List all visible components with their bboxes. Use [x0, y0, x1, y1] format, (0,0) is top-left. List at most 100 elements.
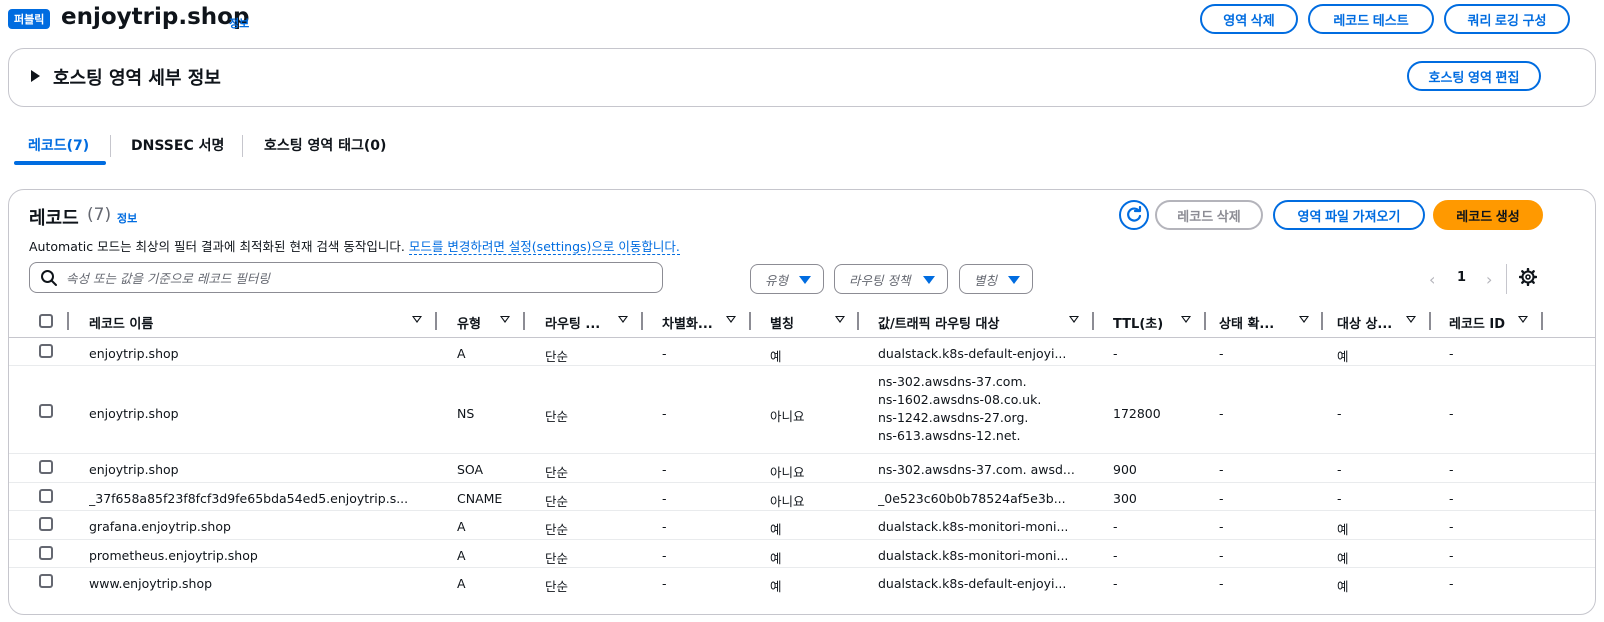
record-id-cell: - [1449, 576, 1454, 591]
chevron-right-icon[interactable]: › [1486, 270, 1492, 289]
differentiator-cell: - [662, 346, 667, 361]
row-checkbox[interactable] [39, 460, 53, 474]
ttl-cell: 900 [1113, 462, 1137, 477]
sort-icon[interactable] [1299, 316, 1309, 323]
evaluate-target-cell: - [1337, 406, 1342, 421]
differentiator-cell: - [662, 548, 667, 563]
record-name-cell[interactable]: www.enjoytrip.shop [89, 576, 212, 591]
import-zone-file-button[interactable]: 영역 파일 가져오기 [1273, 200, 1425, 230]
value-cell: ns-302.awsdns-37.com. ns-1602.awsdns-08.… [878, 374, 1042, 443]
page-header: 퍼블릭 enjoytrip.shop 정보 영역 삭제 레코드 테스트 쿼리 로… [8, 4, 1596, 38]
column-header-evaluate-target[interactable]: 대상 상... [1337, 313, 1392, 332]
test-record-button[interactable]: 레코드 테스트 [1308, 4, 1434, 34]
record-name-cell[interactable]: enjoytrip.shop [89, 406, 179, 421]
table-row[interactable]: enjoytrip.shop A 단순 - 예 dualstack.k8s-de… [9, 338, 1595, 366]
row-checkbox[interactable] [39, 404, 53, 418]
tab-dnssec[interactable]: DNSSEC 서명 [131, 135, 224, 155]
sort-icon[interactable] [1181, 316, 1191, 323]
health-check-cell: - [1219, 346, 1224, 361]
ttl-cell: - [1113, 346, 1118, 361]
alias-filter-select[interactable]: 별칭 [959, 264, 1033, 294]
ttl-cell: 300 [1113, 491, 1137, 506]
differentiator-cell: - [662, 491, 667, 506]
column-header-record-name[interactable]: 레코드 이름 [89, 313, 153, 332]
column-header-alias[interactable]: 별칭 [770, 313, 794, 332]
column-divider [1429, 312, 1431, 330]
sort-icon[interactable] [1406, 316, 1416, 323]
column-header-record-id[interactable]: 레코드 ID [1449, 313, 1505, 332]
row-checkbox[interactable] [39, 517, 53, 531]
current-page-number[interactable]: 1 [1457, 270, 1466, 285]
hosted-zone-details-panel: 호스팅 영역 세부 정보 호스팅 영역 편집 [8, 48, 1596, 107]
delete-record-button[interactable]: 레코드 삭제 [1155, 200, 1263, 230]
query-logging-button[interactable]: 쿼리 로깅 구성 [1444, 4, 1570, 34]
table-row[interactable]: enjoytrip.shop SOA 단순 - 아니요 ns-302.awsdn… [9, 454, 1595, 483]
sort-icon[interactable] [1518, 316, 1528, 323]
record-name-cell[interactable]: grafana.enjoytrip.shop [89, 519, 231, 534]
column-header-differentiator[interactable]: 차별화... [662, 313, 713, 332]
record-name-cell[interactable]: _37f658a85f23f8fcf3d9fe65bda54ed5.enjoyt… [89, 491, 444, 506]
tab-records[interactable]: 레코드(7) [28, 135, 89, 155]
routing-cell: 단순 [545, 551, 569, 566]
type-cell: A [457, 346, 466, 361]
record-name-cell[interactable]: prometheus.enjoytrip.shop [89, 548, 258, 563]
search-input[interactable] [66, 268, 646, 288]
value-cell: dualstack.k8s-default-enjoyi... [878, 346, 1067, 361]
page-title: enjoytrip.shop [61, 4, 250, 30]
records-info-link[interactable]: 정보 [117, 210, 137, 226]
sort-icon[interactable] [1069, 316, 1079, 323]
delete-zone-button[interactable]: 영역 삭제 [1200, 4, 1298, 34]
chevron-left-icon[interactable]: ‹ [1429, 270, 1435, 289]
record-name-cell[interactable]: enjoytrip.shop [89, 346, 179, 361]
row-checkbox[interactable] [39, 546, 53, 560]
column-header-value[interactable]: 값/트래픽 라우팅 대상 [878, 313, 999, 332]
gear-icon[interactable] [1519, 268, 1537, 286]
column-header-type[interactable]: 유형 [457, 313, 481, 332]
refresh-icon [1127, 206, 1142, 222]
expand-caret-icon[interactable] [31, 70, 40, 82]
info-link[interactable]: 정보 [229, 15, 249, 31]
evaluate-target-cell: 예 [1337, 551, 1349, 566]
row-checkbox[interactable] [39, 489, 53, 503]
evaluate-target-cell: 예 [1337, 522, 1349, 537]
type-cell: SOA [457, 462, 484, 477]
table-row[interactable]: www.enjoytrip.shop A 단순 - 예 dualstack.k8… [9, 568, 1595, 598]
sort-icon[interactable] [618, 316, 628, 323]
alias-cell: 아니요 [770, 409, 805, 424]
table-row[interactable]: prometheus.enjoytrip.shop A 단순 - 예 duals… [9, 540, 1595, 568]
refresh-button[interactable] [1119, 200, 1149, 230]
sort-icon[interactable] [500, 316, 510, 323]
table-row[interactable]: _37f658a85f23f8fcf3d9fe65bda54ed5.enjoyt… [9, 483, 1595, 511]
sort-icon[interactable] [412, 316, 422, 323]
tab-tags[interactable]: 호스팅 영역 태그(0) [264, 135, 386, 155]
alias-cell: 아니요 [770, 494, 805, 509]
row-checkbox[interactable] [39, 344, 53, 358]
column-header-routing[interactable]: 라우팅 ... [545, 313, 600, 332]
record-id-cell: - [1449, 519, 1454, 534]
type-filter-select[interactable]: 유형 [750, 264, 824, 294]
edit-hosted-zone-button[interactable]: 호스팅 영역 편집 [1407, 61, 1541, 91]
table-row[interactable]: grafana.enjoytrip.shop A 단순 - 예 dualstac… [9, 511, 1595, 540]
table-row[interactable]: enjoytrip.shop NS 단순 - 아니요 ns-302.awsdns… [9, 366, 1595, 454]
alias-cell: 예 [770, 349, 782, 364]
sort-icon[interactable] [726, 316, 736, 323]
value-cell: dualstack.k8s-monitori-moni... [878, 519, 1069, 534]
dropdown-triangle-icon [923, 276, 935, 284]
sort-icon[interactable] [835, 316, 845, 323]
column-divider [1204, 312, 1206, 330]
create-record-button[interactable]: 레코드 생성 [1433, 200, 1543, 230]
record-id-cell: - [1449, 406, 1454, 421]
type-cell: NS [457, 406, 475, 421]
records-count: (7) [87, 205, 112, 225]
column-divider [1541, 312, 1543, 330]
details-title[interactable]: 호스팅 영역 세부 정보 [53, 64, 221, 90]
search-mode-description: Automatic 모드는 최상의 필터 결과에 최적화된 현재 검색 동작입니… [29, 239, 680, 255]
select-all-checkbox[interactable] [39, 314, 53, 328]
row-checkbox[interactable] [39, 574, 53, 588]
column-header-health-check[interactable]: 상태 확... [1219, 313, 1274, 332]
column-divider [435, 312, 437, 330]
routing-policy-filter-select[interactable]: 라우팅 정책 [834, 264, 948, 294]
column-header-ttl[interactable]: TTL(초) [1113, 313, 1163, 332]
record-name-cell[interactable]: enjoytrip.shop [89, 462, 179, 477]
settings-link[interactable]: 모드를 변경하려면 설정(settings)으로 이동합니다. [408, 239, 680, 255]
